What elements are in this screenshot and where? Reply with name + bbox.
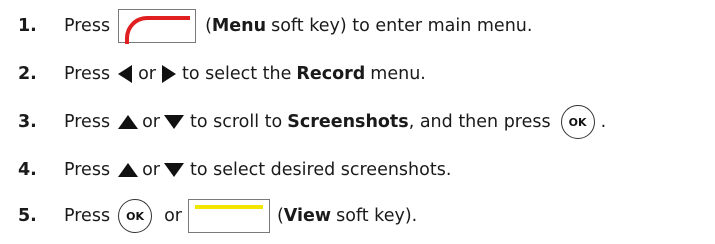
or-word: or [142, 160, 160, 180]
menu-softkey-icon [118, 9, 197, 44]
step-rest: soft key). [336, 206, 418, 226]
up-arrow-icon [118, 115, 139, 129]
open-paren: ( [205, 16, 212, 36]
step-4: 4. Press or to select desired screenshot… [18, 152, 707, 188]
step-text: Press or to select desired screenshots. [64, 160, 451, 180]
right-arrow-icon [161, 65, 176, 83]
step-number: 3. [18, 112, 37, 132]
view-softkey-icon [187, 199, 270, 233]
step-end: to select desired screenshots. [189, 160, 452, 180]
press-word: Press [64, 64, 111, 84]
step-end: menu. [370, 64, 426, 84]
left-arrow-icon [118, 65, 133, 83]
period: . [600, 112, 607, 132]
step-text: Press OK or (View soft key). [64, 199, 417, 233]
step-mid: to select the [181, 64, 292, 84]
or-word: or [164, 206, 182, 226]
step-1: 1. Press (Menu soft key) to enter main me… [18, 8, 707, 44]
step-text: Press (Menu soft key) to enter main menu. [64, 9, 533, 44]
open-paren: ( [276, 206, 284, 226]
down-arrow-icon [163, 115, 184, 129]
press-word: Press [64, 206, 111, 226]
step-number: 4. [18, 160, 37, 180]
or-word: or [138, 64, 156, 84]
view-keyword: View [283, 206, 332, 226]
press-word: Press [64, 112, 111, 132]
or-word: or [142, 112, 160, 132]
up-arrow-icon [118, 163, 139, 177]
step-number: 5. [18, 206, 37, 226]
step-text: Press or to select the Record menu. [64, 64, 426, 84]
menu-keyword: Menu [211, 16, 267, 36]
step-number: 1. [18, 16, 37, 36]
step-end: , and then press [408, 112, 551, 132]
step-mid: to scroll to [189, 112, 283, 132]
step-3: 3. Press or to scroll to Screenshots, and… [18, 104, 707, 140]
screenshots-keyword: Screenshots [287, 112, 409, 132]
record-keyword: Record [296, 64, 366, 84]
ok-key-icon: OK [560, 105, 595, 139]
press-word: Press [64, 16, 111, 36]
step-5: 5. Press OK or (View soft key). [18, 198, 707, 234]
press-word: Press [64, 160, 111, 180]
step-text: Press or to scroll to Screenshots, and th… [64, 105, 606, 139]
step-rest: soft key) to enter main menu. [271, 16, 533, 36]
step-number: 2. [18, 64, 37, 84]
step-2: 2. Press or to select the Record menu. [18, 56, 707, 92]
down-arrow-icon [163, 163, 184, 177]
ok-key-icon: OK [118, 199, 153, 233]
